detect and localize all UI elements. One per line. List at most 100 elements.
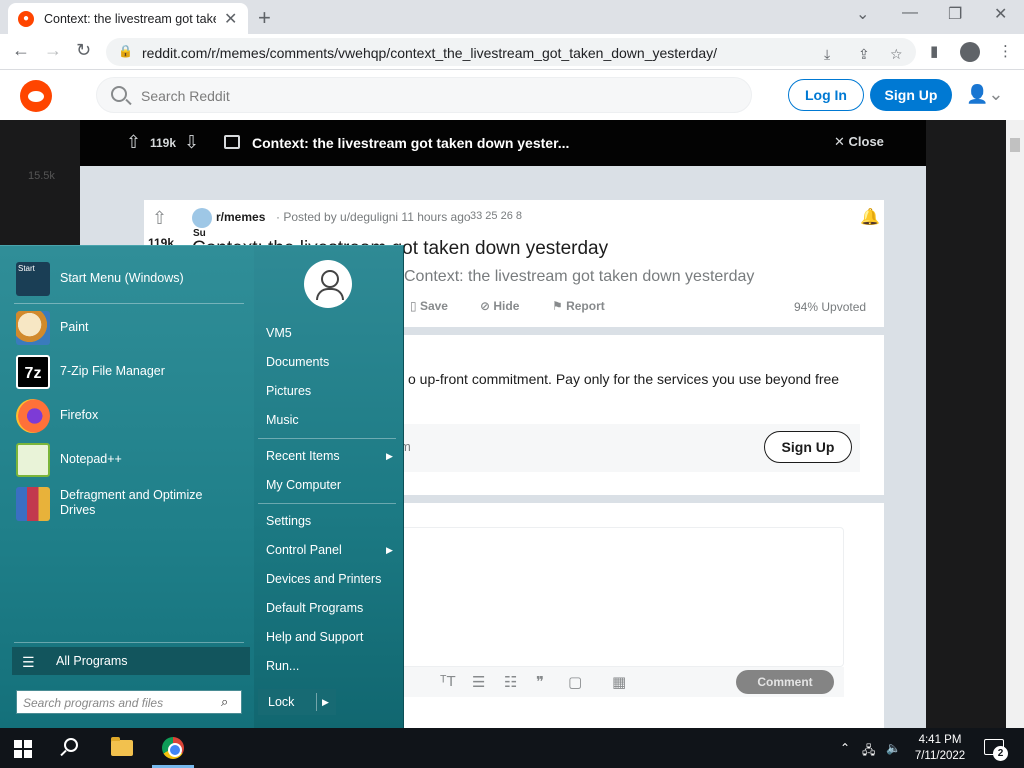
start-item-7zip[interactable]: 7z 7-Zip File Manager [12,351,250,393]
taskbar: ⌃ 🖧 🔈 4:41 PM 7/11/2022 2 [0,728,1024,768]
start-right-devices-printers[interactable]: Devices and Printers [266,572,381,586]
awards-row[interactable]: 33 25 26 8 [470,210,522,222]
network-icon[interactable]: 🖧 [862,741,875,762]
start-right-default-programs[interactable]: Default Programs [266,601,363,615]
taskbar-search-icon[interactable] [64,738,78,752]
start-item-label: Defragment and Optimize Drives [60,488,203,517]
code-block-icon[interactable]: ▢ [568,673,582,691]
forward-icon[interactable]: → [44,40,62,61]
chrome-icon[interactable] [162,737,184,759]
start-right-control-panel[interactable]: Control Panel [266,543,342,557]
background-vote-count: 15.5k [28,170,55,182]
start-item-label: Start Menu (Windows) [60,271,184,285]
ad-signup-button[interactable]: Sign Up [764,431,852,463]
windows-logo-pane [24,740,32,748]
text-size-icon[interactable]: ᵀT [440,673,456,690]
notification-count-badge: 2 [993,746,1008,761]
new-tab-icon[interactable]: + [258,5,271,31]
page-scrollbar[interactable] [1006,120,1024,728]
browser-tab[interactable]: ● Context: the livestream got taken ✕ [8,3,248,34]
minimize-icon[interactable]: — [902,4,918,22]
bookmark-star-icon[interactable]: ☆ [890,46,903,63]
profile-avatar-icon[interactable] [960,42,980,62]
show-hidden-icons-icon[interactable]: ⌃ [840,741,850,755]
downvote-icon[interactable]: ⇩ [184,132,199,153]
submenu-arrow-icon: ▶ [386,545,393,555]
search-icon[interactable]: ⌕ [221,694,228,710]
upvote-icon[interactable]: ⇧ [126,132,141,153]
browser-menu-icon[interactable]: ⋮ [998,42,1013,60]
start-right-documents[interactable]: Documents [266,355,329,369]
search-icon [111,86,127,102]
scrollbar-thumb[interactable] [1010,138,1020,152]
reddit-search-bar[interactable]: Search Reddit [96,77,752,113]
firefox-icon [16,399,50,433]
file-explorer-icon[interactable] [111,737,133,756]
subreddit-icon[interactable] [192,208,212,228]
tab-search-icon[interactable]: ⌄ [856,4,869,24]
start-item-start-menu[interactable]: Start Start Menu (Windows) [12,258,250,300]
bell-icon[interactable]: 🔔 [860,207,880,227]
bullet-list-icon[interactable]: ☰ [472,673,485,691]
taskbar-clock[interactable]: 4:41 PM 7/11/2022 [908,732,972,764]
tab-close-icon[interactable]: ✕ [224,9,237,29]
signup-button[interactable]: Sign Up [870,79,952,111]
start-item-label: 7-Zip File Manager [60,364,165,378]
start-right-help-support[interactable]: Help and Support [266,630,363,644]
submenu-arrow-icon: ▶ [386,451,393,461]
lock-icon: 🔒 [118,44,133,58]
login-button[interactable]: Log In [788,79,864,111]
start-separator [14,642,244,643]
report-label: Report [566,299,605,313]
user-menu-icon[interactable]: 👤⌄ [966,84,1004,105]
comment-textarea[interactable] [400,527,844,667]
all-programs-button[interactable]: ☰ All Programs [12,647,250,675]
download-icon[interactable]: ⤓ [824,46,830,63]
start-item-label: Firefox [60,408,99,422]
windows-logo-pane [14,750,22,758]
volume-icon[interactable]: 🔈 [886,741,901,755]
numbered-list-icon[interactable]: ☷ [504,673,517,691]
lock-options-arrow-icon[interactable]: ▶ [316,693,334,711]
save-button[interactable]: ▯ Save [410,299,448,313]
sidebar-icon[interactable]: ▮ [930,42,938,60]
start-right-user[interactable]: VM5 [266,326,292,340]
search-placeholder: Search Reddit [141,88,230,104]
start-right-run[interactable]: Run... [266,659,299,673]
save-label: Save [419,299,448,313]
windows-start-icon[interactable] [14,740,32,758]
start-right-music[interactable]: Music [266,413,299,427]
defrag-icon [16,487,50,521]
restore-icon[interactable]: ❐ [948,4,962,24]
address-bar[interactable]: 🔒 reddit.com/r/memes/comments/vwehqp/con… [106,38,916,66]
start-item-firefox[interactable]: Firefox [12,395,250,437]
modal-close-button[interactable]: ✕ Close [834,134,884,150]
report-button[interactable]: ⚑ Report [552,299,605,313]
user-avatar-icon[interactable] [304,260,352,308]
subreddit-link[interactable]: r/memes [216,210,265,224]
reddit-logo-icon[interactable] [20,80,52,112]
posted-by-text: · Posted by u/deguligni 11 hours ago [276,210,471,224]
start-menu-icon: Start [16,262,50,296]
paint-icon [16,311,50,345]
start-right-my-computer[interactable]: My Computer [266,478,341,492]
start-item-defrag[interactable]: Defragment and Optimize Drives [12,483,250,525]
back-icon[interactable]: ← [12,40,30,61]
share-icon[interactable]: ⇪ [858,46,870,63]
window-close-icon[interactable]: ✕ [994,4,1007,24]
start-item-paint[interactable]: Paint [12,307,250,349]
url-text[interactable]: reddit.com/r/memes/comments/vwehqp/conte… [142,45,717,61]
table-icon[interactable]: ▦ [612,673,626,691]
start-right-recent-items[interactable]: Recent Items [266,449,340,463]
start-right-settings[interactable]: Settings [266,514,311,528]
quote-icon[interactable]: ❞ [536,673,544,691]
start-search-input[interactable]: Search programs and files ⌕ [16,690,242,714]
hide-button[interactable]: ⊘ Hide [480,299,519,313]
post-body-text: Context: the livestream got taken down y… [404,268,755,285]
start-right-pictures[interactable]: Pictures [266,384,311,398]
comment-button[interactable]: Comment [736,670,834,694]
post-upvote-icon[interactable]: ⇧ [152,208,167,229]
start-item-notepadpp[interactable]: Notepad++ [12,439,250,481]
reload-icon[interactable]: ↻ [76,40,91,61]
lock-button[interactable]: Lock ▶ [258,689,336,715]
